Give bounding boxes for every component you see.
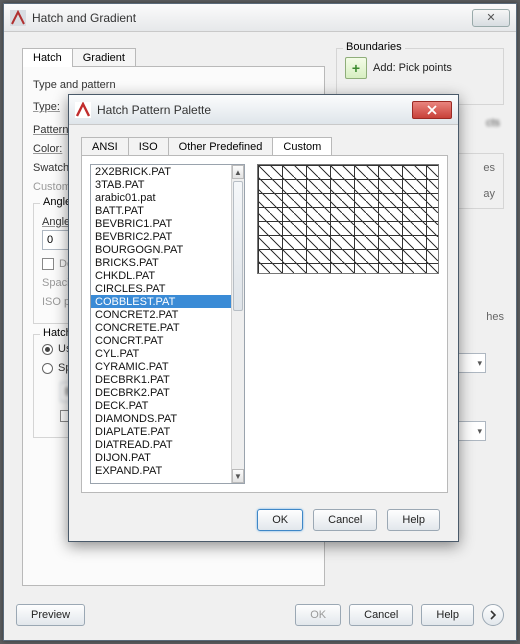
pattern-list-item[interactable]: CIRCLES.PAT	[91, 282, 231, 295]
tab-hatch[interactable]: Hatch	[22, 48, 73, 67]
scroll-down-icon[interactable]: ▼	[232, 469, 244, 483]
pattern-list-item[interactable]: BEVBRIC1.PAT	[91, 217, 231, 230]
boundaries-legend: Boundaries	[343, 41, 405, 53]
pattern-list-item[interactable]: DECK.PAT	[91, 399, 231, 412]
main-titlebar: Hatch and Gradient ✕	[4, 4, 516, 32]
pattern-list-item[interactable]: BEVBRIC2.PAT	[91, 230, 231, 243]
main-bottom-bar: Preview OK Cancel Help	[16, 600, 504, 630]
main-tabstrip: Hatch Gradient	[22, 48, 135, 67]
list-scrollbar[interactable]: ▲ ▼	[231, 165, 244, 483]
pattern-list-item[interactable]: arabic01.pat	[91, 191, 231, 204]
pattern-list-item[interactable]: DIAPLATE.PAT	[91, 425, 231, 438]
pattern-list-item[interactable]: CONCRETE.PAT	[91, 321, 231, 334]
palette-titlebar: Hatch Pattern Palette	[69, 95, 458, 125]
app-icon	[10, 10, 26, 26]
palette-close-button[interactable]	[412, 101, 452, 119]
pattern-listbox[interactable]: 2X2BRICK.PAT3TAB.PATarabic01.patBATT.PAT…	[90, 164, 245, 484]
pattern-list-item[interactable]: COBBLEST.PAT	[91, 295, 231, 308]
pattern-list-item[interactable]: BRICKS.PAT	[91, 256, 231, 269]
tab-gradient[interactable]: Gradient	[72, 48, 136, 67]
pattern-list-item[interactable]: CHKDL.PAT	[91, 269, 231, 282]
palette-tab-ansi[interactable]: ANSI	[81, 137, 129, 156]
help-button[interactable]: Help	[421, 604, 474, 626]
palette-ok-button[interactable]: OK	[257, 509, 303, 531]
main-title: Hatch and Gradient	[32, 11, 136, 25]
scroll-up-icon[interactable]: ▲	[232, 165, 244, 179]
use-current-radio[interactable]	[42, 344, 53, 355]
pattern-list-item[interactable]: DIATREAD.PAT	[91, 438, 231, 451]
chevron-right-icon	[488, 610, 498, 620]
palette-tab-other[interactable]: Other Predefined	[168, 137, 274, 156]
pattern-list-item[interactable]: BATT.PAT	[91, 204, 231, 217]
pattern-list-item[interactable]: EXPAND.PAT	[91, 464, 231, 477]
expand-button[interactable]	[482, 604, 504, 626]
palette-panel: 2X2BRICK.PAT3TAB.PATarabic01.patBATT.PAT…	[81, 155, 448, 493]
pattern-palette-dialog: Hatch Pattern Palette ANSI ISO Other Pre…	[68, 94, 459, 542]
autocad-icon	[75, 102, 91, 118]
palette-tab-custom[interactable]: Custom	[272, 137, 332, 156]
pattern-list-item[interactable]: CONCRT.PAT	[91, 334, 231, 347]
pattern-list-item[interactable]: CONCRET2.PAT	[91, 308, 231, 321]
pattern-list-item[interactable]: DIJON.PAT	[91, 451, 231, 464]
scroll-thumb[interactable]	[233, 181, 243, 311]
pattern-list-item[interactable]: DECBRK2.PAT	[91, 386, 231, 399]
pick-points-label: Add: Pick points	[373, 62, 452, 74]
palette-cancel-button[interactable]: Cancel	[313, 509, 377, 531]
preview-button[interactable]: Preview	[16, 604, 85, 626]
double-checkbox[interactable]	[42, 258, 54, 270]
cancel-button[interactable]: Cancel	[349, 604, 413, 626]
specified-radio[interactable]	[42, 363, 53, 374]
pattern-list-item[interactable]: CYRAMIC.PAT	[91, 360, 231, 373]
palette-tab-iso[interactable]: ISO	[128, 137, 169, 156]
palette-tabstrip: ANSI ISO Other Predefined Custom	[81, 137, 331, 156]
main-close-button[interactable]: ✕	[472, 9, 510, 27]
ok-button[interactable]: OK	[295, 604, 341, 626]
pattern-list-item[interactable]: DIAMONDS.PAT	[91, 412, 231, 425]
palette-help-button[interactable]: Help	[387, 509, 440, 531]
palette-title: Hatch Pattern Palette	[97, 103, 211, 117]
pattern-list-item[interactable]: 3TAB.PAT	[91, 178, 231, 191]
type-pattern-group-label: Type and pattern	[33, 79, 314, 91]
pick-points-button[interactable]: +	[345, 57, 367, 79]
palette-button-row: OK Cancel Help	[69, 509, 458, 531]
close-icon	[426, 105, 438, 115]
pattern-preview	[257, 164, 439, 274]
pattern-list-item[interactable]: BOURGOGN.PAT	[91, 243, 231, 256]
pattern-list-item[interactable]: CYL.PAT	[91, 347, 231, 360]
pattern-list-item[interactable]: DECBRK1.PAT	[91, 373, 231, 386]
pattern-list-item[interactable]: 2X2BRICK.PAT	[91, 165, 231, 178]
